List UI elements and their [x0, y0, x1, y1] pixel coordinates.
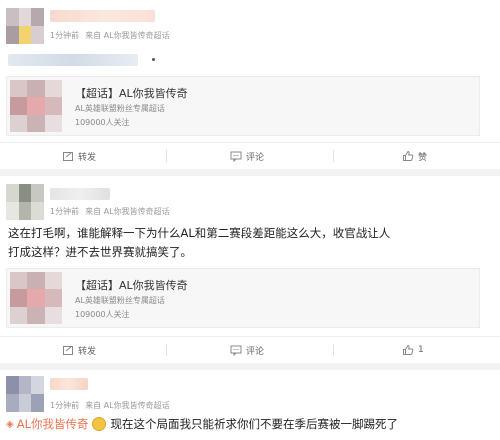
post-time[interactable]: 1分钟前	[50, 207, 79, 216]
post-source[interactable]: 来自 AL你我皆传奇超话	[85, 207, 169, 216]
divider	[333, 150, 334, 162]
like-button[interactable]: 1	[402, 337, 424, 363]
repost-label: 转发	[78, 346, 97, 357]
post-text-line-2: 打成这样？进不去世界赛就搞笑了。	[8, 245, 192, 259]
comment-button[interactable]: 评论	[230, 143, 264, 169]
repost-button[interactable]: 转发	[62, 143, 96, 169]
super-topic-icon: ◈	[6, 418, 14, 430]
post-text-blurred	[8, 54, 138, 66]
post-text: 这在打毛啊，谁能解释一下为什么AL和第二赛段差距能这么大，收官战让人 打成这样？…	[8, 224, 492, 262]
comment-label: 评论	[246, 346, 265, 357]
avatar[interactable]	[6, 184, 44, 220]
comment-icon	[230, 345, 242, 356]
action-bar: 转发 评论 赞	[0, 142, 500, 169]
smile-emoji-icon	[92, 417, 107, 431]
topic-card[interactable]: 【超话】AL你我皆传奇 AL英雄联盟粉丝专属超话 109000人关注	[6, 268, 480, 328]
post-2: 1分钟前 来自 AL你我皆传奇超话 这在打毛啊，谁能解释一下为什么AL和第二赛段差…	[0, 176, 500, 363]
post-time[interactable]: 1分钟前	[50, 31, 79, 40]
comment-label: 评论	[246, 152, 265, 163]
action-bar: 转发 评论 1	[0, 336, 500, 363]
topic-card-title[interactable]: 【超话】AL你我皆传奇	[75, 85, 188, 101]
comment-button[interactable]: 评论	[230, 337, 264, 363]
like-button[interactable]: 赞	[402, 143, 427, 169]
thumbs-up-icon	[403, 344, 414, 355]
post-text-dot	[152, 58, 155, 61]
thumbs-up-icon	[403, 150, 414, 161]
topic-card-followers: 109000人关注	[75, 118, 130, 127]
repost-label: 转发	[78, 152, 97, 163]
divider	[166, 344, 167, 356]
repost-button[interactable]: 转发	[62, 337, 96, 363]
comment-icon	[230, 151, 242, 162]
divider	[333, 344, 334, 356]
like-count: 1	[418, 345, 424, 355]
topic-thumbnail	[10, 272, 62, 324]
topic-card[interactable]: 【超话】AL你我皆传奇 AL英雄联盟粉丝专属超话 109000人关注	[6, 76, 480, 136]
post-source[interactable]: 来自 AL你我皆传奇超话	[85, 31, 169, 40]
like-label: 赞	[418, 152, 428, 163]
topic-thumbnail	[10, 80, 62, 132]
topic-card-title[interactable]: 【超话】AL你我皆传奇	[75, 277, 188, 293]
username-blurred[interactable]	[50, 378, 88, 390]
post-1: 1分钟前 来自 AL你我皆传奇超话 【超话】AL你我皆传奇 AL英雄联盟粉丝专属超…	[0, 0, 500, 169]
repost-icon	[63, 346, 73, 355]
topic-link[interactable]: AL你我皆传奇	[17, 416, 89, 432]
post-source[interactable]: 来自 AL你我皆传奇超话	[85, 401, 169, 410]
topic-card-followers: 109000人关注	[75, 310, 130, 319]
repost-icon	[63, 152, 73, 161]
post-meta: 1分钟前 来自 AL你我皆传奇超话	[50, 400, 170, 411]
post-3-text: ◈ AL你我皆传奇 现在这个局面我只能祈求你们不要在季后赛被一脚踢死了	[6, 416, 398, 432]
post-meta: 1分钟前 来自 AL你我皆传奇超话	[50, 206, 170, 217]
avatar[interactable]	[6, 376, 44, 412]
username-blurred[interactable]	[50, 188, 110, 200]
post-text-line-1: 这在打毛啊，谁能解释一下为什么AL和第二赛段差距能这么大，收官战让人	[8, 226, 391, 240]
post-text: 现在这个局面我只能祈求你们不要在季后赛被一脚踢死了	[110, 417, 398, 431]
avatar[interactable]	[6, 8, 44, 44]
topic-card-subtitle: AL英雄联盟粉丝专属超话	[75, 296, 165, 305]
topic-card-subtitle: AL英雄联盟粉丝专属超话	[75, 104, 165, 113]
divider	[166, 150, 167, 162]
post-meta: 1分钟前 来自 AL你我皆传奇超话	[50, 30, 170, 41]
username-blurred[interactable]	[50, 10, 155, 22]
post-time[interactable]: 1分钟前	[50, 401, 79, 410]
